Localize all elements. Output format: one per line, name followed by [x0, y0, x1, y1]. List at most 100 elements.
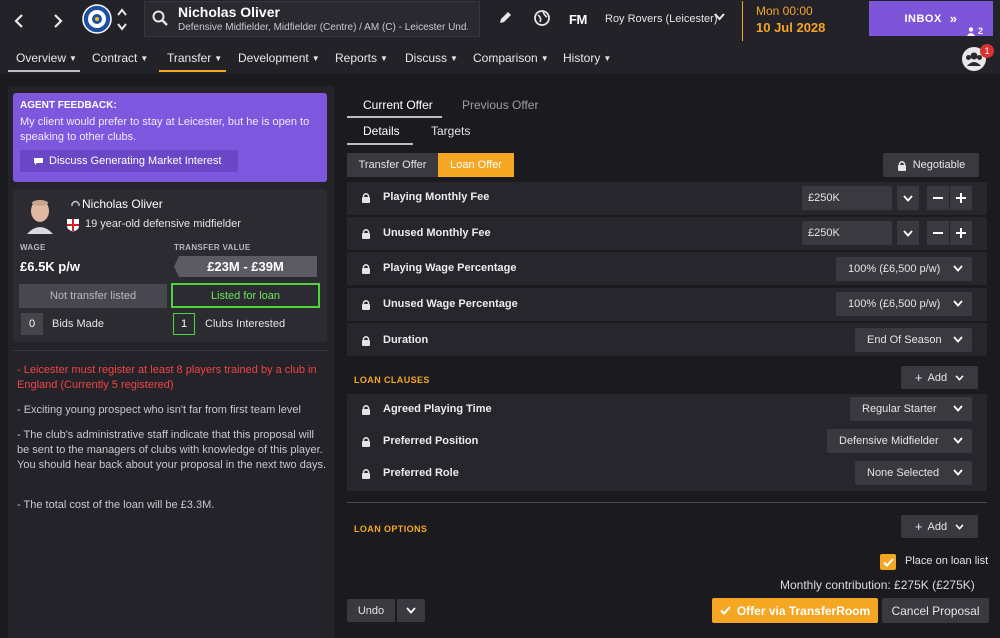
nav-label: History	[563, 51, 601, 65]
plus-icon: +	[914, 519, 923, 534]
preferred-role-select[interactable]: None Selected	[855, 461, 972, 485]
loan-options-title: LOAN OPTIONS	[354, 524, 428, 534]
player-card-name[interactable]: Nicholas Oliver	[82, 197, 163, 211]
preferred-position-select[interactable]: Defensive Midfielder	[827, 429, 972, 453]
transfer-offer-toggle[interactable]: Transfer Offer	[347, 153, 438, 177]
playing-fee-decrease-button[interactable]	[927, 186, 949, 210]
lock-icon[interactable]	[361, 263, 371, 274]
unused-monthly-fee-input[interactable]: £250K	[802, 221, 892, 245]
agent-feedback-title: AGENT FEEDBACK:	[20, 100, 117, 111]
lock-icon[interactable]	[361, 228, 371, 239]
preferred-role-value: None Selected	[867, 467, 940, 479]
globe-icon[interactable]	[533, 9, 551, 27]
nav-label: Reports	[335, 51, 378, 65]
lock-icon	[897, 160, 907, 171]
chevron-down-icon	[953, 437, 963, 444]
nav-comparison[interactable]: Comparison ▼	[473, 51, 549, 65]
chevron-down-icon	[953, 469, 963, 476]
playing-fee-increase-button[interactable]	[950, 186, 972, 210]
search-icon[interactable]	[152, 10, 168, 26]
discuss-market-interest-button[interactable]: Discuss Generating Market Interest	[20, 150, 238, 172]
chevron-down-icon: ▼	[311, 54, 320, 63]
place-on-loan-list-label: Place on loan list	[905, 555, 989, 567]
manager-name[interactable]: Roy Rovers (Leicester)	[605, 13, 717, 25]
lock-icon[interactable]	[361, 404, 371, 415]
forward-arrow-icon[interactable]	[44, 2, 72, 40]
lock-icon[interactable]	[361, 436, 371, 447]
duration-select[interactable]: End Of Season	[855, 328, 972, 352]
undo-button[interactable]: Undo	[347, 599, 395, 622]
unused-fee-decrease-button[interactable]	[927, 221, 949, 245]
chevron-down-icon	[953, 336, 963, 343]
divider	[347, 502, 987, 503]
add-option-button[interactable]: + Add	[901, 515, 978, 538]
nav-reports[interactable]: Reports ▼	[335, 51, 388, 65]
agreed-playing-time-label: Agreed Playing Time	[383, 403, 492, 415]
lock-icon[interactable]	[361, 299, 371, 310]
unused-wage-select[interactable]: 100% (£6,500 p/w)	[836, 292, 972, 316]
nav-overview[interactable]: Overview ▼	[16, 51, 77, 65]
undo-dropdown[interactable]	[397, 599, 425, 622]
negotiable-button[interactable]: Negotiable	[883, 153, 979, 177]
nav-discuss[interactable]: Discuss ▼	[405, 51, 458, 65]
playing-fee-dropdown[interactable]	[897, 186, 919, 210]
playing-wage-label: Playing Wage Percentage	[383, 262, 517, 274]
playing-wage-select[interactable]: 100% (£6,500 p/w)	[836, 257, 972, 281]
playing-monthly-fee-input[interactable]: £250K	[802, 186, 892, 210]
people-icon	[966, 27, 976, 36]
divider	[13, 350, 327, 351]
back-arrow-icon[interactable]	[5, 2, 33, 40]
clubs-interested-count[interactable]: 1	[173, 313, 195, 335]
wage-label: WAGE	[20, 243, 46, 252]
chevron-down-icon	[953, 265, 963, 272]
plus-icon: +	[914, 370, 923, 385]
player-face-image	[25, 198, 55, 234]
place-on-loan-list-checkbox[interactable]	[880, 554, 896, 570]
date-day-time: Mon 00:00	[756, 4, 813, 18]
people-count: 2	[978, 26, 984, 36]
lock-icon[interactable]	[361, 192, 371, 203]
unused-fee-increase-button[interactable]	[950, 221, 972, 245]
monthly-contribution: Monthly contribution: £275K (£275K)	[780, 578, 975, 592]
agent-feedback-message: My client would prefer to stay at Leices…	[20, 116, 310, 143]
tab-previous-offer[interactable]: Previous Offer	[462, 98, 538, 112]
nav-transfer[interactable]: Transfer ▼	[167, 51, 222, 65]
nav-label: Transfer	[167, 51, 212, 65]
lock-icon[interactable]	[361, 335, 371, 346]
player-card-description: 19 year-old defensive midfielder	[85, 218, 241, 230]
duration-value: End Of Season	[867, 334, 942, 346]
inbox-label: INBOX	[904, 12, 942, 25]
nav-history[interactable]: History ▼	[563, 51, 611, 65]
chevron-down-icon[interactable]	[714, 13, 725, 21]
up-down-arrows-icon[interactable]	[116, 5, 128, 35]
club-crest-icon[interactable]	[82, 4, 112, 34]
registration-warning-note: - Leicester must register at least 8 pla…	[17, 364, 317, 391]
offer-via-transferroom-button[interactable]: Offer via TransferRoom	[712, 598, 878, 623]
lock-icon[interactable]	[361, 468, 371, 479]
chevron-down-icon: ▼	[603, 54, 612, 63]
speech-bubble-icon	[33, 157, 44, 166]
england-flag-icon	[66, 218, 80, 232]
loan-offer-toggle[interactable]: Loan Offer	[438, 153, 514, 177]
preferred-position-value: Defensive Midfielder	[839, 435, 939, 447]
loan-cost-note: - The total cost of the loan will be £3.…	[17, 499, 215, 511]
unused-fee-dropdown[interactable]	[897, 221, 919, 245]
nav-label: Discuss	[405, 51, 448, 65]
staff-note: - The club's administrative staff indica…	[17, 429, 327, 471]
agreed-playing-time-select[interactable]: Regular Starter	[850, 397, 972, 421]
player-name-title: Nicholas Oliver	[178, 4, 280, 20]
cancel-proposal-button[interactable]: Cancel Proposal	[882, 598, 989, 623]
edit-icon[interactable]	[497, 10, 513, 26]
chevron-down-icon: ▼	[69, 54, 77, 63]
add-clause-button[interactable]: + Add	[901, 366, 978, 389]
nav-contract[interactable]: Contract ▼	[92, 51, 148, 65]
fm-logo[interactable]: FM	[569, 12, 587, 27]
unused-wage-value: 100% (£6,500 p/w)	[848, 298, 941, 310]
chevron-down-icon	[953, 405, 963, 412]
tab-details[interactable]: Details	[363, 124, 400, 138]
not-transfer-listed-badge: Not transfer listed	[19, 284, 167, 308]
tab-targets[interactable]: Targets	[431, 124, 470, 138]
negotiable-label: Negotiable	[912, 159, 966, 171]
nav-development[interactable]: Development ▼	[238, 51, 320, 65]
tab-current-offer[interactable]: Current Offer	[363, 98, 433, 112]
